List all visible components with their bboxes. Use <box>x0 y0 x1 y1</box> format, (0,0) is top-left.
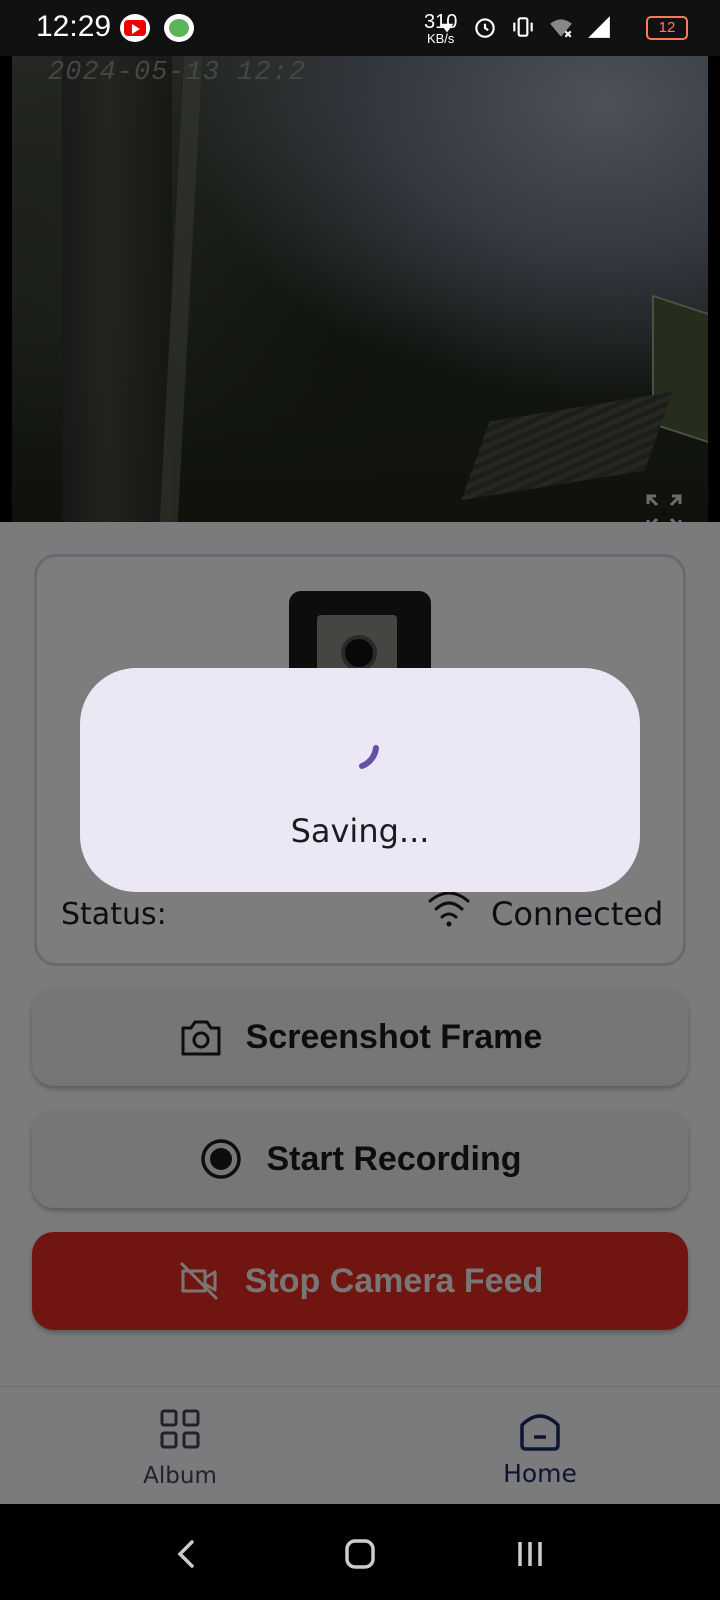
battery-indicator: 12 <box>646 16 688 40</box>
youtube-icon <box>120 14 150 42</box>
system-nav-bar <box>0 1504 720 1600</box>
vibrate-icon <box>513 17 533 37</box>
wifi-off-icon <box>550 19 572 38</box>
back-icon[interactable] <box>170 1536 206 1572</box>
recents-icon[interactable] <box>512 1536 548 1572</box>
dialog-message: Saving... <box>290 812 430 850</box>
status-bar: 12:29 310 KB/s 12 <box>0 0 720 56</box>
progress-spinner-icon <box>359 745 379 769</box>
download-arrow-icon <box>440 23 454 33</box>
clock: 12:29 <box>36 10 112 43</box>
app-icon <box>164 14 194 42</box>
alarm-icon <box>475 18 495 38</box>
home-button-icon[interactable] <box>342 1536 378 1572</box>
signal-icon <box>588 16 610 38</box>
saving-dialog: Saving... <box>80 668 640 892</box>
